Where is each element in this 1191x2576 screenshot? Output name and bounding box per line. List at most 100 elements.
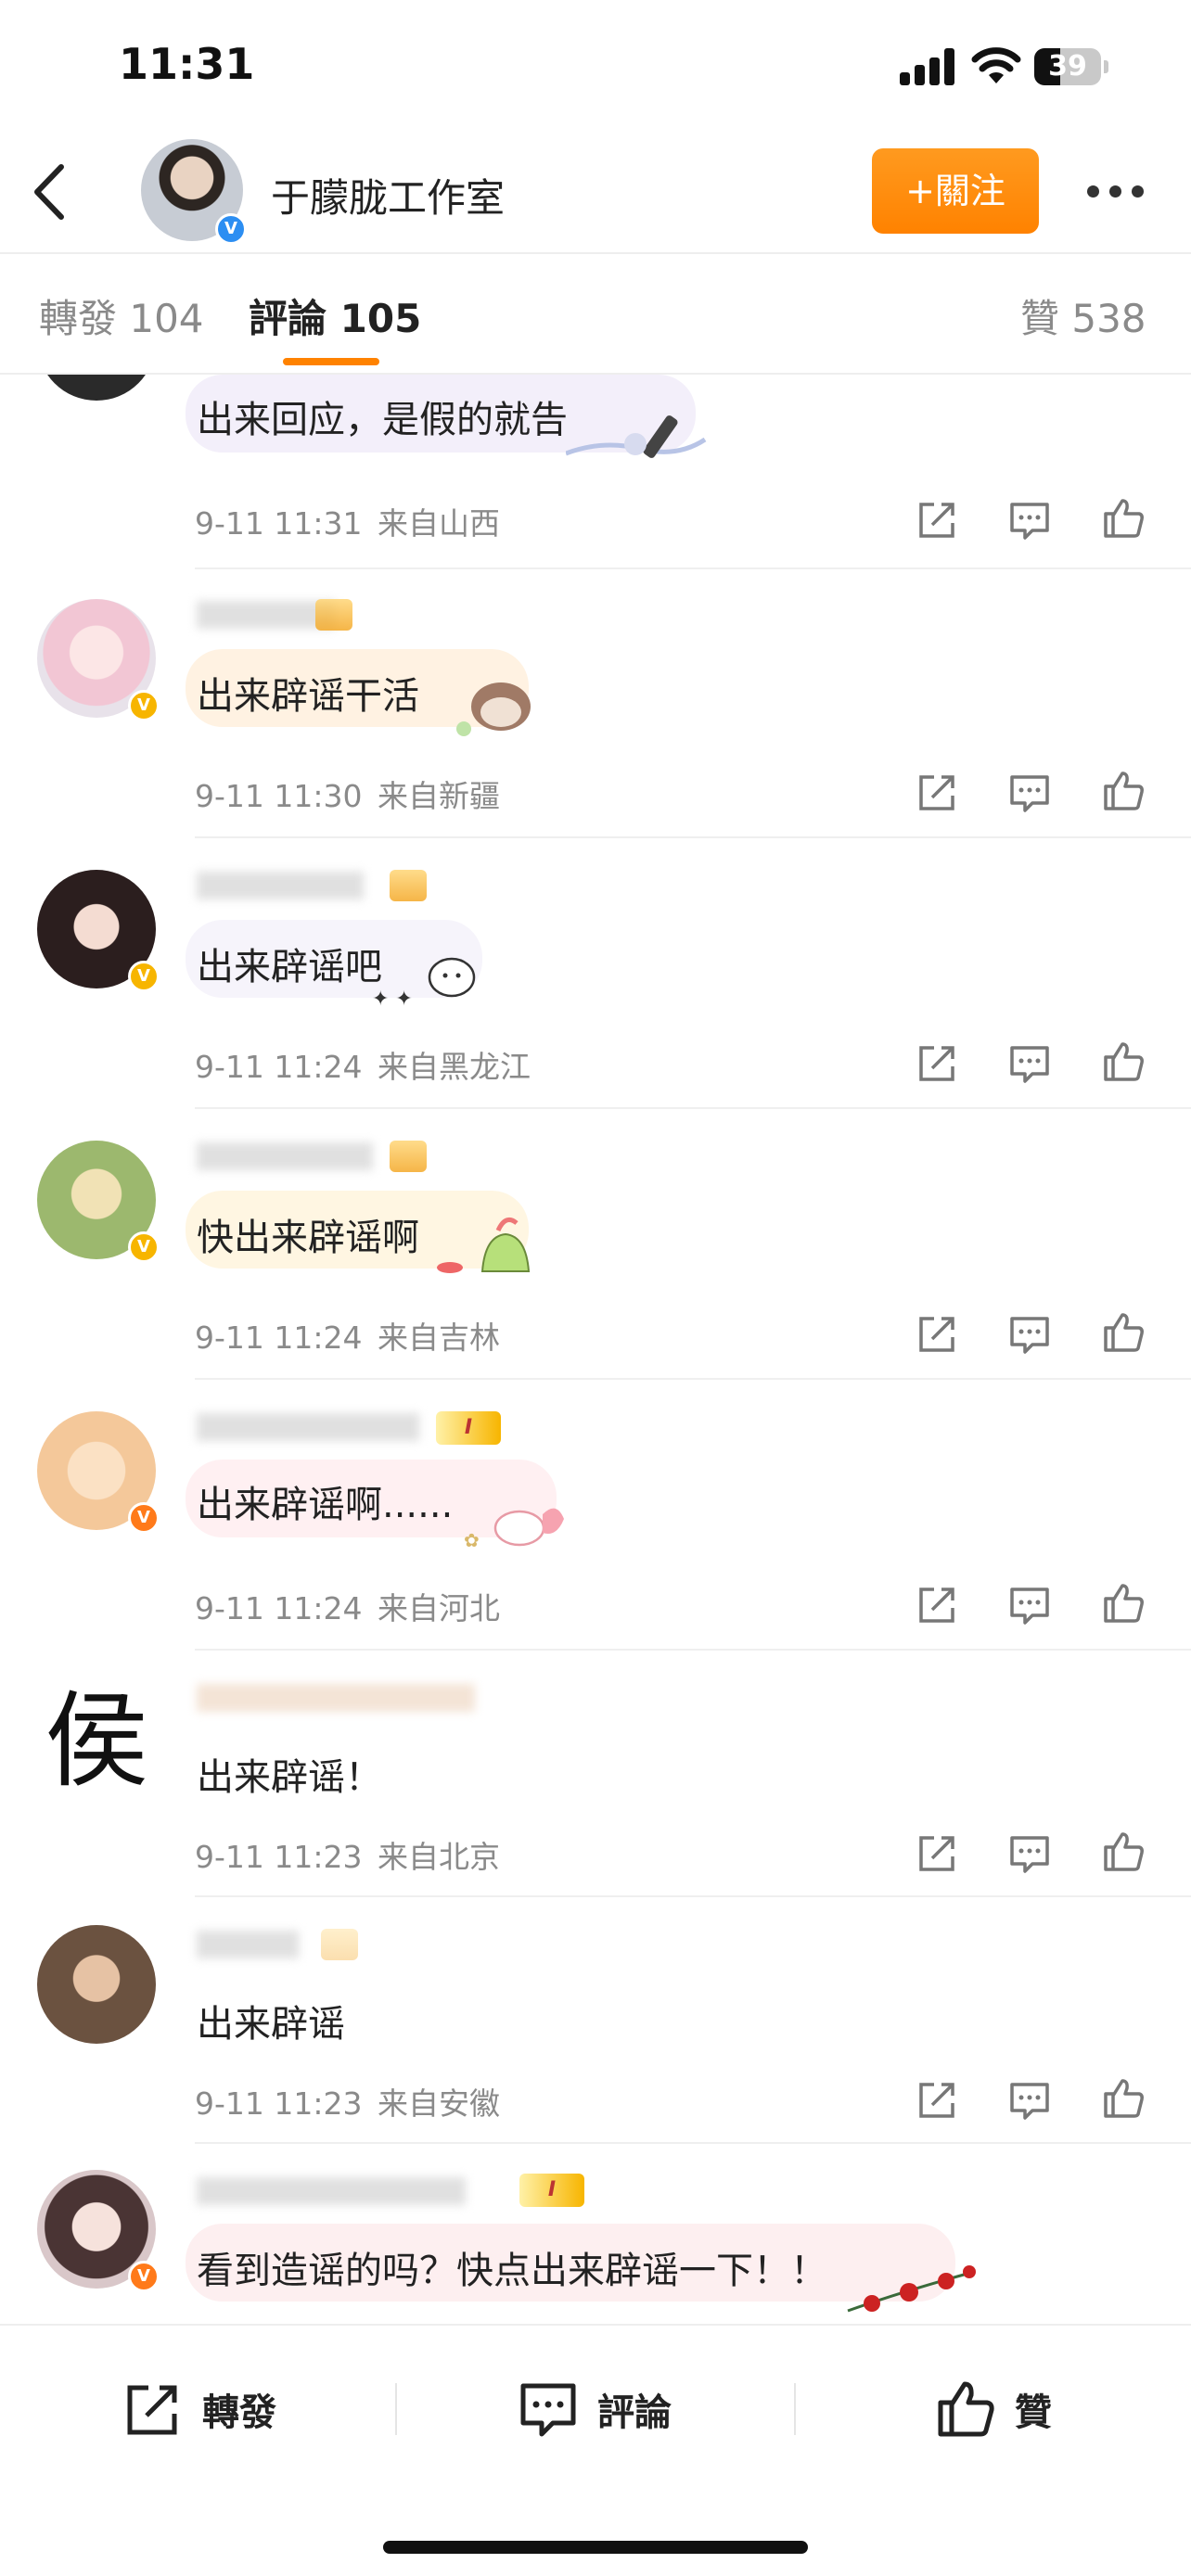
comment-text: 出来回应，是假的就告 [197,399,568,441]
commenter-avatar[interactable]: V [37,1141,160,1263]
comment-item: V ✦ ✦ 出来辟谣吧 9-11 11:24 来自黑龙江 [0,838,1191,1109]
comment-text: 出来辟谣！ [197,1756,382,1799]
comment-time: 9-11 11:30 [195,778,363,814]
home-indicator [383,2541,808,2554]
back-arrow-icon[interactable] [24,159,80,224]
comment-text: 出来辟谣啊...... [197,1484,454,1526]
comment-meta: 9-11 11:23 来自安徽 [195,2079,500,2123]
share-icon[interactable] [914,1582,960,1628]
reply-icon[interactable] [1006,497,1053,543]
commenter-username-blurred[interactable] [197,872,364,899]
active-tab-indicator [283,358,379,365]
header-divider [0,252,1191,254]
verified-badge-icon: V [128,1502,160,1534]
tab-repost[interactable]: 轉發 104 [39,287,204,344]
commenter-username-blurred[interactable] [197,1684,475,1712]
repost-icon [127,2385,177,2435]
fan-level-badge: I [519,2174,584,2207]
comment-text: 出来辟谣干活 [197,675,419,718]
comment-item: V I ✿ 出来辟谣啊...... 9-11 11:24 来自河北 [0,1380,1191,1651]
like-icon[interactable] [1100,1580,1146,1626]
reply-icon[interactable] [1006,1311,1053,1358]
status-time: 11:31 [119,39,255,89]
sticker-decoration-icon [847,2265,976,2313]
like-button[interactable]: 贊 [933,2372,1052,2446]
like-icon[interactable] [1100,768,1146,814]
commenter-avatar[interactable]: V [37,870,160,992]
share-icon[interactable] [914,1040,960,1087]
fan-badge-icon [390,1141,427,1172]
comment-meta: 9-11 11:24 来自吉林 [195,1313,500,1358]
svg-text:✿: ✿ [464,1529,480,1551]
svg-text:✦ ✦: ✦ ✦ [372,988,413,1011]
like-icon[interactable] [1100,1039,1146,1085]
like-icon[interactable] [1100,495,1146,542]
repost-button[interactable]: 轉發 [121,2372,276,2446]
share-icon[interactable] [914,2077,960,2123]
reply-icon[interactable] [1006,1040,1053,1087]
comment-location: 来自安徽 [378,2085,500,2122]
tab-bar: 轉發 104 評論 105 贊 538 [0,278,1191,371]
share-icon[interactable] [914,1830,960,1877]
verified-badge-icon: V [128,961,160,992]
comment-item: V 出来辟谣干活 9-11 11:30 来自新疆 [0,567,1191,838]
comment-meta: 9-11 11:24 来自河北 [195,1584,500,1628]
tab-likes[interactable]: 贊 538 [1020,287,1146,344]
comment-text: 看到造谣的吗？快点出来辟谣一下！！ [197,2250,827,2292]
comment-time: 9-11 11:23 [195,2085,363,2122]
reply-icon[interactable] [1006,1830,1053,1877]
sticker-decoration-icon: ✦ ✦ [372,957,476,1011]
comment-button[interactable]: 評論 [516,2372,672,2446]
reply-icon[interactable] [1006,1582,1053,1628]
fan-badge-icon [390,870,427,901]
verified-badge-icon: V [128,2261,160,2292]
comment-location: 来自北京 [378,1839,500,1875]
share-icon[interactable] [914,770,960,816]
like-icon [938,2381,994,2437]
more-options-icon[interactable] [1083,167,1148,213]
follow-button[interactable]: +關注 [872,148,1039,234]
sticker-decoration-icon: ✿ [464,1508,564,1551]
comment-item: 出来辟谣 9-11 11:23 来自安徽 [0,1897,1191,2144]
comment-location: 来自黑龙江 [378,1049,531,1085]
comment-location: 来自新疆 [378,778,500,814]
cellular-signal-icon [900,48,957,85]
verified-badge-icon: V [215,213,247,245]
comment-list[interactable]: 出来回应，是假的就告 9-11 11:31 来自山西 V 出来辟谣干活 9-11… [0,375,1191,2322]
tab-comments[interactable]: 評論 105 [249,287,421,344]
commenter-avatar[interactable]: 侯 [37,1682,156,1801]
comment-item: V 快出来辟谣啊 9-11 11:24 来自吉林 [0,1109,1191,1380]
fan-badge-icon [315,599,352,631]
commenter-username-blurred[interactable] [197,2177,466,2205]
bottom-action-bar: 轉發 評論 贊 [0,2324,1191,2576]
like-icon[interactable] [1100,1309,1146,1356]
like-label: 贊 [1015,2391,1052,2434]
battery-level: 39 [1048,50,1087,83]
commenter-avatar[interactable]: V [37,2170,160,2292]
comment-time: 9-11 11:23 [195,1839,363,1875]
commenter-username-blurred[interactable] [197,1413,419,1441]
commenter-username-blurred[interactable] [197,1142,373,1170]
commenter-avatar[interactable] [37,375,156,401]
comment-text: 出来辟谣 [197,2003,345,2046]
like-icon[interactable] [1100,2075,1146,2122]
comment-location: 来自山西 [378,505,500,542]
share-icon[interactable] [914,1311,960,1358]
comment-meta: 9-11 11:24 来自黑龙江 [195,1042,531,1087]
like-icon[interactable] [1100,1829,1146,1875]
commenter-username-blurred[interactable] [197,1931,299,1958]
account-name[interactable]: 于朦胧工作室 [271,167,505,223]
commenter-avatar[interactable] [37,1925,156,2044]
comment-label: 評論 [597,2391,672,2434]
reply-icon[interactable] [1006,2077,1053,2123]
commenter-avatar[interactable]: V [37,599,160,721]
share-icon[interactable] [914,497,960,543]
comment-time: 9-11 11:24 [195,1049,363,1085]
fan-badge-icon [321,1929,358,1960]
sticker-decoration-icon [566,415,707,458]
commenter-avatar[interactable]: V [37,1411,160,1534]
verified-badge-icon: V [128,1231,160,1263]
comment-text: 快出来辟谣啊 [197,1217,419,1259]
account-avatar[interactable]: V [141,139,247,245]
reply-icon[interactable] [1006,770,1053,816]
